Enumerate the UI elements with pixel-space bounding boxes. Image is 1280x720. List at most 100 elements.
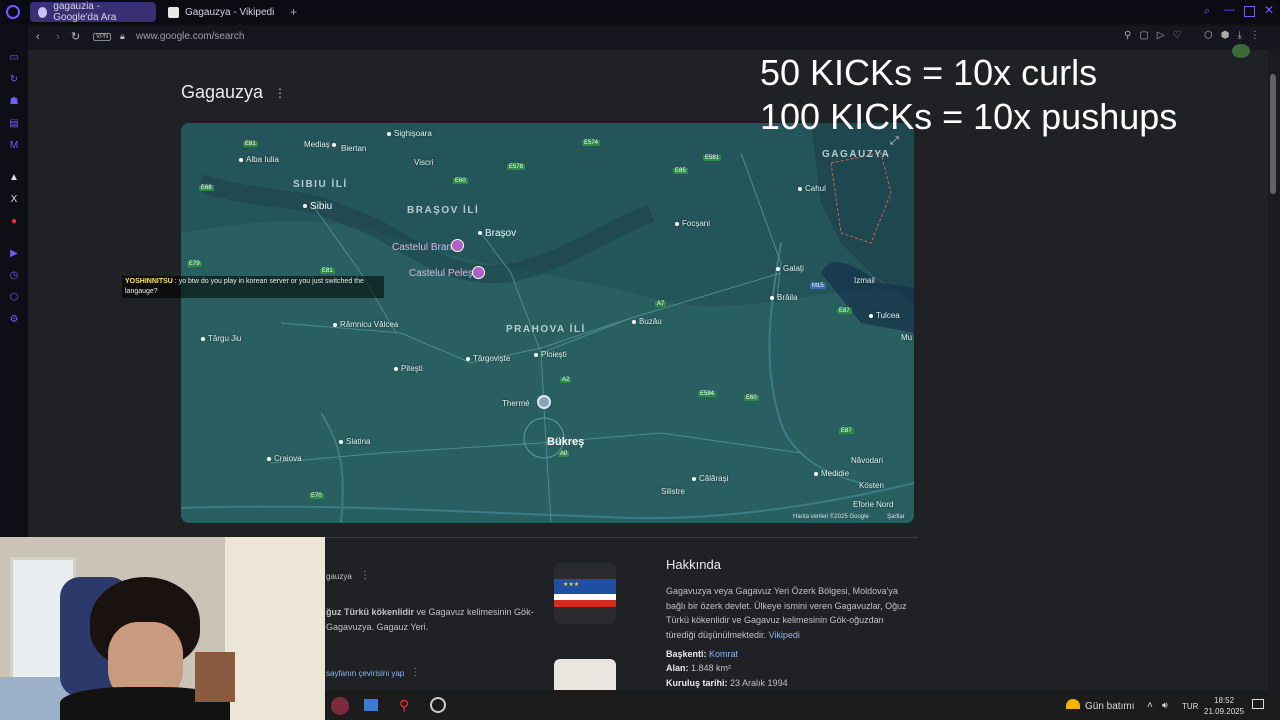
map-city-label: Brăila <box>770 293 797 302</box>
road-label: E581 <box>703 155 722 161</box>
extensions-icon[interactable]: ⬡ <box>8 292 20 304</box>
clock-date[interactable]: 21.09.2025 <box>1204 707 1244 716</box>
road-label: E87 <box>839 428 854 434</box>
map-city-label: Tulcea <box>869 311 900 320</box>
overlay-text: 100 KICKs = 10x pushups <box>760 96 1178 137</box>
x-icon[interactable]: X <box>8 194 20 206</box>
road-label: E68 <box>199 185 214 191</box>
castle-poi-icon[interactable] <box>451 239 464 252</box>
settings-icon[interactable]: ⚙ <box>8 314 20 326</box>
map-city-label: Craiova <box>267 454 302 463</box>
messenger-icon[interactable]: M <box>8 140 20 152</box>
map[interactable]: GAGAUZYA SIBIU İLİ BRAŞOV İLİ PRAHOVA İL… <box>181 123 914 523</box>
chevron-up-icon[interactable]: ˄ <box>1147 700 1153 711</box>
forward-icon[interactable]: › <box>56 31 60 43</box>
tab-wikipedia[interactable]: Gagauzya - Vikipedi <box>160 2 286 22</box>
map-poi-label[interactable]: Castelul Bran <box>392 242 452 253</box>
road-label: E60 <box>744 395 759 401</box>
road-label: E81 <box>243 141 258 147</box>
map-capital-label: Bükreş <box>547 436 585 448</box>
map-terms-link[interactable]: Şartlar <box>887 514 905 520</box>
language-indicator[interactable]: TUR <box>1182 702 1198 711</box>
translate-link[interactable]: sayfanın çevirisini yap <box>326 669 404 678</box>
map-pin-icon[interactable] <box>537 395 551 409</box>
map-city-label: Viscri <box>414 158 434 167</box>
road-label: E60 <box>453 178 468 184</box>
map-region-label: BRAŞOV İLİ <box>407 205 480 216</box>
stars-icon: ★★★ <box>563 582 580 588</box>
map-city-label: Eforie Nord <box>853 500 894 509</box>
castle-poi-icon[interactable] <box>472 266 485 279</box>
road-label: E574 <box>582 140 601 146</box>
avatar[interactable] <box>1232 44 1250 58</box>
search-icon[interactable]: ⌕ <box>1204 5 1210 18</box>
url-field[interactable]: www.google.com/search <box>136 31 244 42</box>
record-icon[interactable]: ● <box>8 216 20 228</box>
map-city-label: Mediaş <box>304 140 339 149</box>
source-name[interactable]: gauzya <box>326 572 352 581</box>
taskbar <box>325 690 1280 720</box>
clock-time[interactable]: 18:52 <box>1214 696 1234 705</box>
map-city-label: Mu <box>901 333 913 342</box>
opera-logo-icon[interactable] <box>6 5 20 19</box>
back-icon[interactable]: ‹ <box>36 31 40 43</box>
play-icon[interactable]: ▶ <box>8 248 20 260</box>
arc-icon[interactable]: ▲ <box>8 172 20 184</box>
map-city-label: Râmnicu Vâlcea <box>333 320 398 329</box>
wallet-icon[interactable]: ▭ <box>8 52 20 64</box>
tab-google-search[interactable]: gagauzia - Google'da Ara <box>30 1 156 23</box>
capital-link[interactable]: Komrat <box>709 649 738 659</box>
map-city-label: Galaţi <box>776 264 804 273</box>
location-app-icon[interactable]: ⚲ <box>399 697 409 714</box>
map-city-label: Ploieşti <box>534 350 567 359</box>
minimize-icon[interactable]: — <box>1224 4 1235 16</box>
maximize-icon[interactable] <box>1244 6 1255 17</box>
map-city-label: Năvodari <box>851 456 884 465</box>
road-label: M15 <box>810 283 826 289</box>
more-options-icon[interactable]: ⋮ <box>274 86 286 100</box>
toolbar-icons[interactable]: ⚲▢▷♡ <box>1124 30 1189 41</box>
volume-icon[interactable]: 🔊︎ <box>1162 700 1168 711</box>
tab-label: gagauzia - Google'da Ara <box>53 1 117 23</box>
page-title: Gagauzya <box>181 82 264 102</box>
reload-icon[interactable]: ↻ <box>71 30 80 43</box>
road-label: E79 <box>187 261 202 267</box>
bot-icon[interactable]: ☗ <box>8 96 20 108</box>
opera-taskbar-icon[interactable] <box>331 697 349 715</box>
map-region-label: PRAHOVA İLİ <box>506 324 586 335</box>
obs-icon[interactable] <box>430 697 446 713</box>
new-tab-icon[interactable]: + <box>290 5 297 19</box>
map-thumbnail[interactable] <box>554 659 616 690</box>
file-explorer-icon[interactable] <box>364 699 378 711</box>
road-label: E70 <box>309 493 324 499</box>
road-label: E578 <box>507 164 526 170</box>
map-poi-label[interactable]: Castelul Peleş <box>409 268 473 279</box>
map-city-label: Izmail <box>854 276 875 285</box>
map-city-label: Târgu Jiu <box>201 334 241 343</box>
map-city-label: Medidie <box>814 469 849 478</box>
history-icon[interactable]: ◷ <box>8 270 20 282</box>
notification-icon[interactable] <box>1252 699 1264 709</box>
scrollbar-thumb[interactable] <box>1270 74 1276 194</box>
road-label: E81 <box>320 268 335 274</box>
close-icon[interactable]: ✕ <box>1264 3 1274 17</box>
map-city-label: Călăraşi <box>692 474 728 483</box>
shelf-image <box>195 652 235 702</box>
more-options-icon[interactable]: ⋮ <box>360 570 370 581</box>
map-city-label: Biertan <box>341 144 367 153</box>
wikipedia-link[interactable]: Vikipedi <box>769 630 800 640</box>
map-city-label: Sibiu <box>303 201 332 212</box>
news-icon[interactable]: ▤ <box>8 118 20 130</box>
vpn-badge[interactable]: VPN <box>93 33 112 41</box>
tab-label: Gagauzya - Vikipedi <box>185 6 275 18</box>
lock-icon: 🔒︎ <box>120 31 125 41</box>
chat-message: YOSHINNITSU : yo btw do you play in kore… <box>122 276 384 298</box>
weather-label[interactable]: Gün batımı <box>1085 701 1134 712</box>
refresh-icon[interactable]: ↻ <box>8 74 20 86</box>
info-founded: Kuruluş tarihi: 23 Aralık 1994 <box>666 678 788 688</box>
more-options-icon[interactable]: ⋮ <box>410 667 420 678</box>
map-city-label: Slatina <box>339 437 370 446</box>
overlay-text: 50 KICKs = 10x curls <box>760 52 1098 93</box>
extensions-icons[interactable]: ⬡⬢⤓⋮ <box>1204 30 1268 41</box>
flag-thumbnail[interactable]: ★★★ <box>554 563 616 624</box>
